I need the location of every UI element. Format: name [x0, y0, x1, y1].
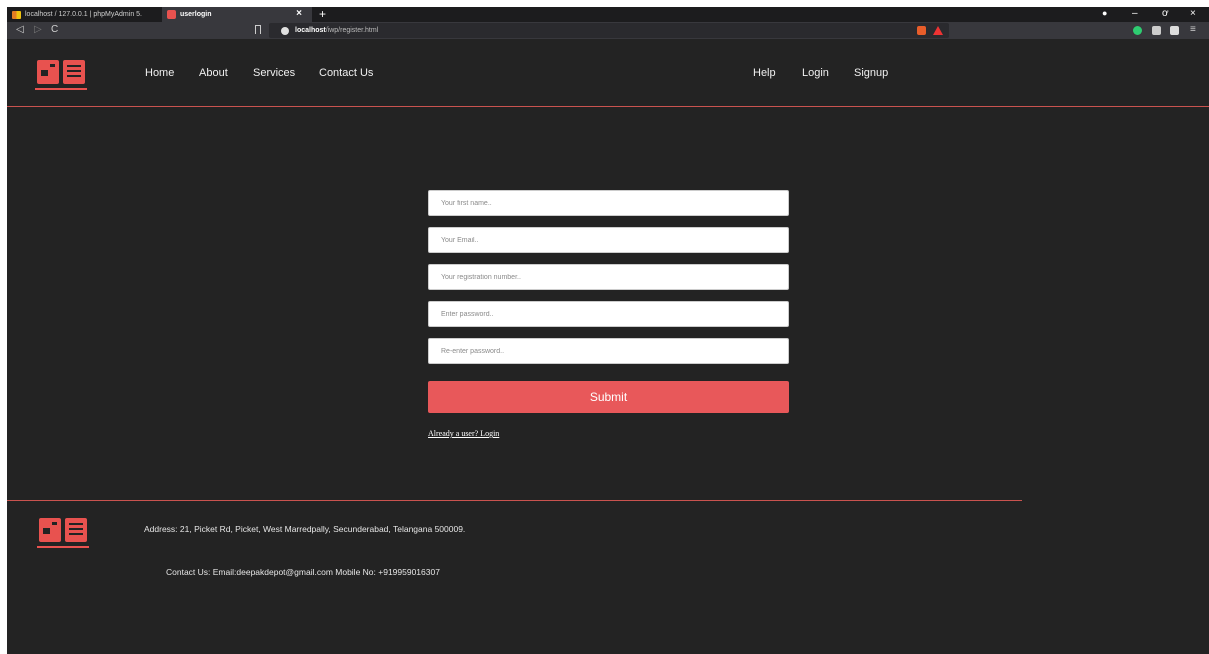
footer-book-logo-icon	[37, 518, 89, 550]
footer-divider	[7, 500, 1022, 501]
back-icon[interactable]: ◁	[16, 24, 24, 35]
tab-userlogin[interactable]: userlogin ×	[162, 7, 312, 22]
extension-icon[interactable]	[1152, 26, 1161, 35]
site-info-icon[interactable]	[281, 26, 289, 35]
forward-icon[interactable]: ▷	[34, 24, 42, 35]
new-tab-icon[interactable]: +	[319, 7, 326, 21]
url-path: /iwp/register.html	[325, 27, 379, 34]
book-logo-icon[interactable]	[35, 60, 87, 92]
userlogin-favicon-icon	[167, 10, 176, 19]
footer-address: Address: 21, Picket Rd, Picket, West Mar…	[144, 524, 466, 534]
email-input[interactable]	[428, 227, 789, 253]
nav-login[interactable]: Login	[802, 67, 829, 79]
nav-signup[interactable]: Signup	[854, 67, 888, 79]
menu-icon[interactable]: ≡	[1190, 24, 1196, 35]
tab-phpmyadmin[interactable]: localhost / 127.0.0.1 | phpMyAdmin 5.	[7, 7, 162, 22]
grammarly-icon[interactable]	[1133, 26, 1142, 35]
brave-shield-icon[interactable]	[917, 26, 926, 35]
url-host: localhost	[295, 27, 326, 34]
close-tab-icon[interactable]: ×	[296, 8, 302, 19]
registration-number-input[interactable]	[428, 264, 789, 290]
password-input[interactable]	[428, 301, 789, 327]
footer-contact: Contact Us: Email:deepakdepot@gmail.com …	[166, 567, 440, 577]
brave-rewards-icon[interactable]	[933, 26, 943, 35]
profile-icon[interactable]: ●	[1102, 8, 1107, 18]
nav-home[interactable]: Home	[145, 67, 174, 79]
nav-services[interactable]: Services	[253, 67, 295, 79]
already-user-login-link[interactable]: Already a user? Login	[428, 429, 499, 438]
puzzle-icon[interactable]	[1170, 26, 1179, 35]
browser-toolbar: ◁ ▷ C localhost /iwp/register.html ≡	[7, 22, 1209, 39]
nav-about[interactable]: About	[199, 67, 228, 79]
bookmark-icon[interactable]	[255, 25, 261, 34]
submit-button[interactable]: Submit	[428, 381, 789, 413]
header-divider	[7, 106, 1209, 107]
nav-help[interactable]: Help	[753, 67, 776, 79]
tab-title: userlogin	[180, 11, 212, 18]
phpmyadmin-favicon-icon	[12, 10, 21, 19]
first-name-input[interactable]	[428, 190, 789, 216]
tab-title: localhost / 127.0.0.1 | phpMyAdmin 5.	[25, 11, 142, 18]
browser-window: localhost / 127.0.0.1 | phpMyAdmin 5. us…	[7, 7, 1209, 654]
address-bar[interactable]: localhost /iwp/register.html	[269, 23, 949, 38]
tab-bar: localhost / 127.0.0.1 | phpMyAdmin 5. us…	[7, 7, 1209, 22]
close-window-icon[interactable]: ×	[1190, 8, 1196, 19]
restore-icon[interactable]: ơ	[1162, 8, 1169, 19]
nav-contact-us[interactable]: Contact Us	[319, 67, 373, 79]
confirm-password-input[interactable]	[428, 338, 789, 364]
reload-icon[interactable]: C	[51, 24, 58, 35]
minimize-icon[interactable]: –	[1132, 8, 1138, 19]
page-content: Home About Services Contact Us Help Logi…	[7, 39, 1209, 654]
